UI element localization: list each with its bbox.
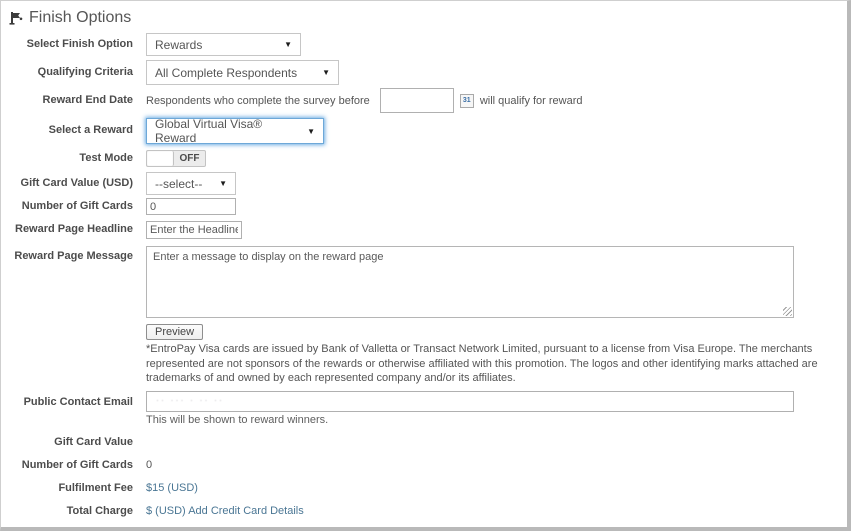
calendar-icon[interactable]: 31	[460, 94, 474, 108]
row-number-of-gift-cards: Number of Gift Cards	[1, 198, 847, 215]
preview-button[interactable]: Preview	[146, 324, 203, 340]
chevron-down-icon: ▼	[307, 127, 315, 136]
reward-page-message-textarea[interactable]	[146, 246, 794, 318]
chevron-down-icon: ▼	[284, 40, 292, 49]
summary-row-fulfilment-fee: Fulfilment Fee $15 (USD)	[1, 481, 847, 495]
reward-page-message-label: Reward Page Message	[1, 246, 133, 263]
finish-flag-icon	[9, 11, 23, 25]
qualifying-criteria-dropdown[interactable]: All Complete Respondents ▼	[146, 60, 339, 85]
summary-row-total-charge: Total Charge $ (USD) Add Credit Card Det…	[1, 504, 847, 518]
page-title: Finish Options	[29, 9, 131, 27]
reward-page-headline-input[interactable]	[146, 221, 242, 239]
qualifying-criteria-value: All Complete Respondents	[155, 66, 297, 80]
chevron-down-icon: ▼	[219, 179, 227, 188]
finish-options-panel: Finish Options Select Finish Option Rewa…	[0, 0, 851, 531]
summary-number-of-gift-cards: 0	[146, 459, 152, 471]
page-header: Finish Options	[1, 1, 847, 27]
summary-row-number-of-gift-cards: Number of Gift Cards 0	[1, 458, 847, 472]
row-select-a-reward: Select a Reward Global Virtual Visa® Rew…	[1, 118, 847, 144]
summary-row-gift-card-value: Gift Card Value	[1, 435, 847, 449]
gift-card-value-dropdown[interactable]: --select-- ▼	[146, 172, 236, 195]
qualifying-criteria-label: Qualifying Criteria	[1, 66, 133, 79]
select-finish-option-value: Rewards	[155, 38, 202, 52]
row-select-finish-option: Select Finish Option Rewards ▼	[1, 33, 847, 56]
chevron-down-icon: ▼	[322, 68, 330, 77]
row-qualifying-criteria: Qualifying Criteria All Complete Respond…	[1, 60, 847, 85]
test-mode-toggle[interactable]: OFF	[146, 150, 206, 167]
reward-end-date-label: Reward End Date	[1, 94, 133, 107]
number-of-gift-cards-label: Number of Gift Cards	[1, 200, 133, 213]
number-of-gift-cards-input[interactable]	[146, 198, 236, 215]
select-a-reward-label: Select a Reward	[1, 124, 133, 137]
agreement-row: ✓ I agree to the Terms of Service	[146, 526, 847, 531]
test-mode-label: Test Mode	[1, 152, 133, 165]
row-gift-card-value: Gift Card Value (USD) --select-- ▼	[1, 172, 847, 195]
summary-total-charge-label: Total Charge	[1, 504, 133, 518]
gift-card-value-selected: --select--	[155, 177, 202, 191]
terms-of-service-link[interactable]: Terms of Service	[245, 526, 341, 531]
select-a-reward-dropdown[interactable]: Global Virtual Visa® Reward ▼	[146, 118, 324, 144]
row-test-mode: Test Mode OFF	[1, 150, 847, 167]
summary-fulfilment-fee: $15 (USD)	[146, 482, 198, 494]
select-a-reward-value: Global Virtual Visa® Reward	[155, 117, 297, 145]
reward-page-headline-label: Reward Page Headline	[1, 223, 133, 236]
reward-end-date-input[interactable]	[380, 88, 454, 113]
summary-total-charge: $ (USD) Add Credit Card Details	[146, 505, 304, 517]
select-finish-option-label: Select Finish Option	[1, 38, 133, 51]
row-reward-page-message: Reward Page Message	[1, 246, 847, 318]
agreement-text: I agree to the	[166, 526, 241, 531]
public-contact-email-help: This will be shown to reward winners.	[146, 414, 794, 426]
terms-checkbox[interactable]: ✓	[146, 527, 159, 531]
public-contact-email-input[interactable]	[146, 391, 794, 412]
gift-card-value-label: Gift Card Value (USD)	[1, 177, 133, 190]
row-public-contact-email: Public Contact Email ·· ··· · ·· ·· This…	[1, 391, 847, 426]
add-credit-card-details-link[interactable]: Add Credit Card Details	[188, 505, 304, 517]
select-finish-option-dropdown[interactable]: Rewards ▼	[146, 33, 301, 56]
row-reward-page-headline: Reward Page Headline	[1, 221, 847, 239]
test-mode-state: OFF	[174, 151, 205, 166]
summary-fulfilment-fee-label: Fulfilment Fee	[1, 481, 133, 495]
summary-total-charge-value: $ (USD)	[146, 505, 186, 517]
summary-gift-card-value-label: Gift Card Value	[1, 435, 133, 449]
reward-end-date-suffix: will qualify for reward	[480, 95, 583, 107]
reward-end-date-prefix: Respondents who complete the survey befo…	[146, 95, 370, 107]
entropay-disclaimer-text: *EntroPay Visa cards are issued by Bank …	[146, 342, 846, 386]
toggle-handle	[147, 151, 174, 166]
row-reward-end-date: Reward End Date Respondents who complete…	[1, 88, 847, 113]
public-contact-email-label: Public Contact Email	[1, 391, 133, 409]
summary-number-of-gift-cards-label: Number of Gift Cards	[1, 458, 133, 472]
